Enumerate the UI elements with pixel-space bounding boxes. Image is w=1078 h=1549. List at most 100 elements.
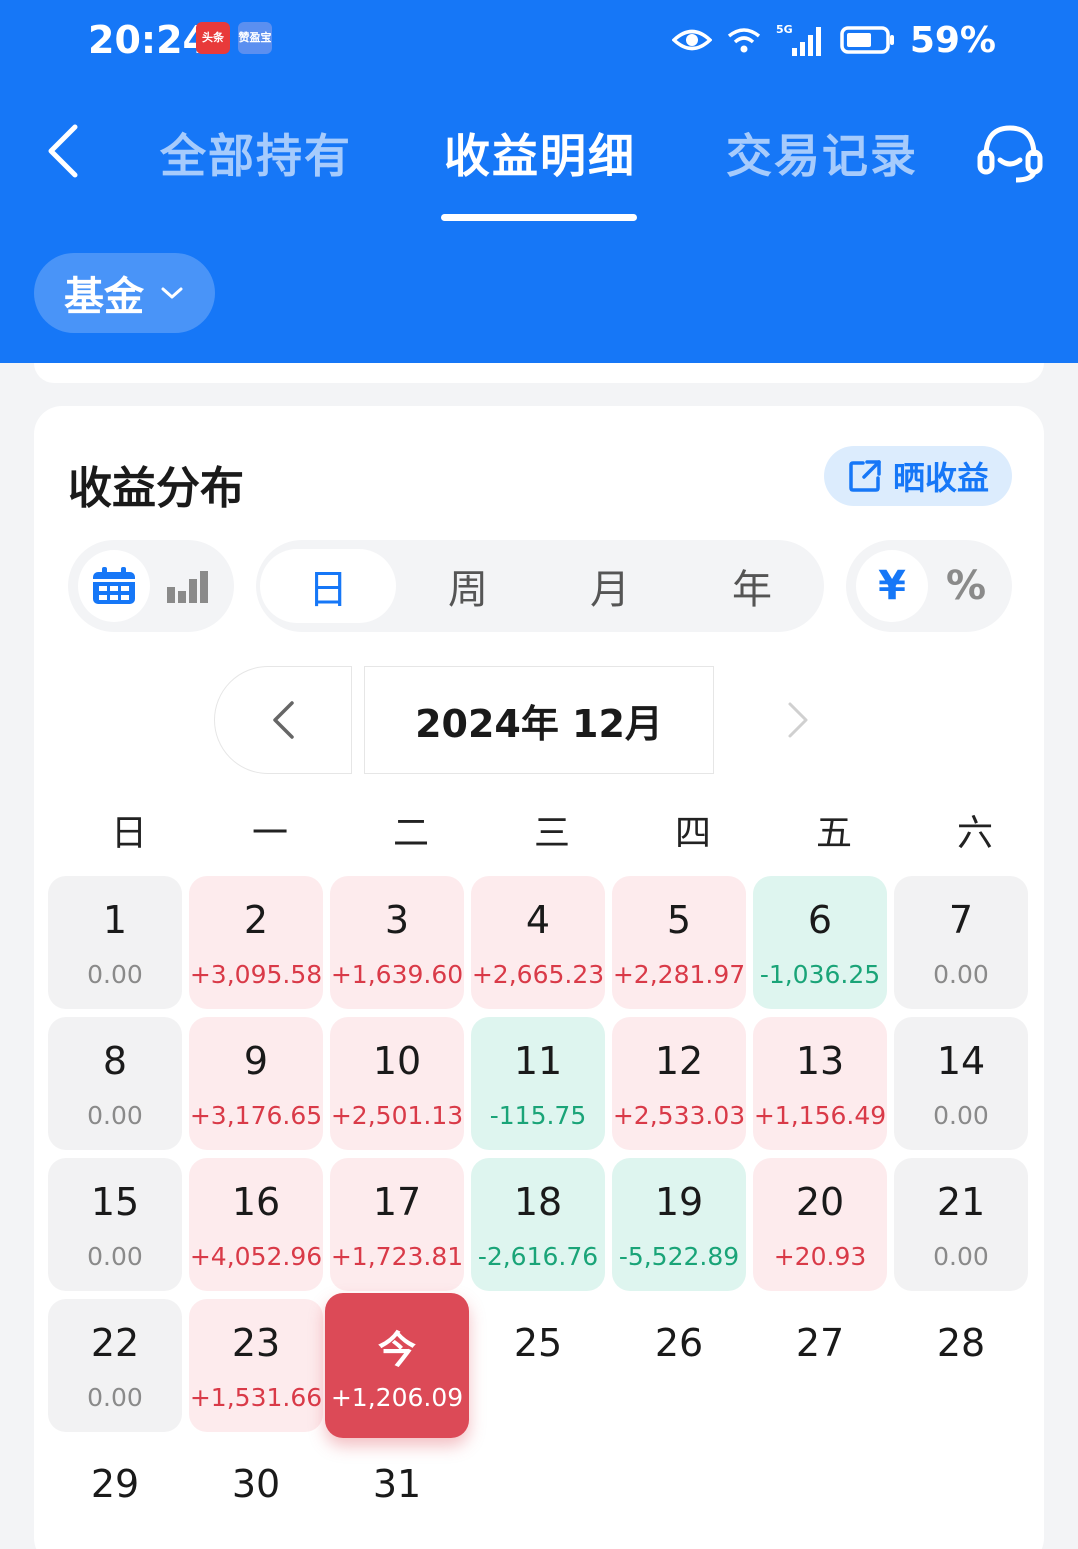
calendar-day-number: 26 xyxy=(654,1321,704,1365)
calendar-day-number: 20 xyxy=(795,1180,845,1224)
calendar-day[interactable]: 29 xyxy=(48,1440,182,1549)
share-profit-label: 晒收益 xyxy=(892,459,989,497)
fund-type-dropdown[interactable]: 基金 xyxy=(34,253,215,333)
calendar-day[interactable]: 18 -2,616.76 xyxy=(471,1158,605,1291)
weekday-label: 三 xyxy=(533,813,570,854)
active-tab-indicator xyxy=(441,214,637,221)
back-button[interactable] xyxy=(32,118,92,184)
period-year-button[interactable]: 年 xyxy=(684,549,820,623)
calendar-day[interactable]: 25 xyxy=(471,1299,605,1432)
calendar-day-profit: 0.00 xyxy=(933,1242,989,1271)
calendar-day[interactable]: 9 +3,176.65 xyxy=(189,1017,323,1150)
calendar-day-profit: +20.93 xyxy=(773,1242,867,1271)
calendar-day-profit: 0.00 xyxy=(87,1242,143,1271)
tab-profit-detail[interactable]: 收益明细 xyxy=(444,120,636,186)
calendar-day-profit: +2,665.23 xyxy=(471,960,605,989)
calendar-day[interactable]: 15 0.00 xyxy=(48,1158,182,1291)
period-day-button[interactable]: 日 xyxy=(260,549,396,623)
previous-month-button[interactable] xyxy=(214,666,352,774)
calendar-day[interactable]: 8 0.00 xyxy=(48,1017,182,1150)
month-picker[interactable]: 2024年 12月 xyxy=(364,666,714,774)
calendar-day[interactable]: 5 +2,281.97 xyxy=(612,876,746,1009)
calendar-day-number: 18 xyxy=(513,1180,563,1224)
calendar-day-number: 13 xyxy=(795,1039,845,1083)
calendar-day[interactable]: 27 xyxy=(753,1299,887,1432)
unit-percent-button[interactable]: % xyxy=(930,550,1002,622)
calendar-day[interactable]: 1 0.00 xyxy=(48,876,182,1009)
calendar-day[interactable]: 20 +20.93 xyxy=(753,1158,887,1291)
calendar-day[interactable]: 22 0.00 xyxy=(48,1299,182,1432)
calendar-day[interactable]: 16 +4,052.96 xyxy=(189,1158,323,1291)
bar-chart-view-button[interactable] xyxy=(152,550,224,622)
calendar-day-number: 19 xyxy=(654,1180,704,1224)
calendar-day[interactable]: 2 +3,095.58 xyxy=(189,876,323,1009)
weekday-label: 一 xyxy=(251,813,288,854)
calendar-day-number: 7 xyxy=(948,898,974,942)
calendar-day[interactable]: 14 0.00 xyxy=(894,1017,1028,1150)
weekday-label: 四 xyxy=(674,813,711,854)
signal-5g-icon: 5G xyxy=(776,22,826,58)
calendar-day[interactable]: 30 xyxy=(189,1440,323,1549)
period-selector: 日 周 月 年 xyxy=(256,540,824,632)
calendar-day-number: 8 xyxy=(102,1039,128,1083)
calendar-day[interactable]: 4 +2,665.23 xyxy=(471,876,605,1009)
eye-icon xyxy=(671,25,712,55)
next-month-button[interactable] xyxy=(774,696,822,744)
calendar-day[interactable]: 23 +1,531.66 xyxy=(189,1299,323,1432)
calendar-day[interactable]: 12 +2,533.03 xyxy=(612,1017,746,1150)
bar-chart-icon xyxy=(167,571,208,603)
calendar-day-profit: -115.75 xyxy=(489,1101,587,1130)
period-week-button[interactable]: 周 xyxy=(400,549,536,623)
calendar-day-number: 12 xyxy=(654,1039,704,1083)
calendar-day[interactable]: 26 xyxy=(612,1299,746,1432)
chevron-down-icon xyxy=(161,287,183,299)
calendar-day[interactable]: 28 xyxy=(894,1299,1028,1432)
calendar-day[interactable]: 11 -115.75 xyxy=(471,1017,605,1150)
calendar-day-number: 5 xyxy=(666,898,692,942)
calendar-day[interactable]: 17 +1,723.81 xyxy=(330,1158,464,1291)
calendar-day-number: 25 xyxy=(513,1321,563,1365)
back-arrow-icon xyxy=(48,124,78,178)
calendar-day-number: 28 xyxy=(936,1321,986,1365)
profit-distribution-card: 收益分布 晒收益 日 周 月 年 ¥ % 2024年 12月 日 一 二 三 四… xyxy=(34,406,1044,1549)
calendar-day-profit: 0.00 xyxy=(933,960,989,989)
period-month-button[interactable]: 月 xyxy=(542,549,678,623)
calendar-day[interactable]: 13 +1,156.49 xyxy=(753,1017,887,1150)
calendar-view-button[interactable] xyxy=(78,550,150,622)
calendar-day-profit: +1,156.49 xyxy=(753,1101,887,1130)
calendar-day-profit: +3,176.65 xyxy=(189,1101,323,1130)
calendar-day-number: 21 xyxy=(936,1180,986,1224)
calendar-day[interactable]: 19 -5,522.89 xyxy=(612,1158,746,1291)
calendar-day[interactable]: 6 -1,036.25 xyxy=(753,876,887,1009)
share-profit-button[interactable]: 晒收益 xyxy=(824,446,1012,506)
calendar-day-number: 15 xyxy=(90,1180,140,1224)
calendar-day-number: 27 xyxy=(795,1321,845,1365)
unit-yuan-button[interactable]: ¥ xyxy=(856,550,928,622)
calendar-day-profit: +2,533.03 xyxy=(612,1101,746,1130)
calendar-day[interactable]: 7 0.00 xyxy=(894,876,1028,1009)
battery-percent: 59% xyxy=(909,19,996,61)
customer-service-button[interactable] xyxy=(976,122,1044,184)
tab-all-holdings[interactable]: 全部持有 xyxy=(160,120,352,186)
chevron-left-icon xyxy=(273,701,294,739)
calendar-day-profit: +4,052.96 xyxy=(189,1242,323,1271)
tab-trade-records[interactable]: 交易记录 xyxy=(726,120,918,186)
calendar-day[interactable]: 31 xyxy=(330,1440,464,1549)
calendar-day[interactable]: 21 0.00 xyxy=(894,1158,1028,1291)
calendar-day-today[interactable]: 今 +1,206.09 xyxy=(325,1293,469,1438)
status-time: 20:24 xyxy=(88,18,209,62)
calendar-day[interactable]: 10 +2,501.13 xyxy=(330,1017,464,1150)
chevron-right-icon xyxy=(788,702,808,738)
calendar-day-number: 23 xyxy=(231,1321,281,1365)
calendar-day-profit: 0.00 xyxy=(87,1101,143,1130)
status-bar: 20:24 头条 赞盈宝 5G 59% xyxy=(0,0,1078,80)
view-mode-toggle xyxy=(68,540,234,632)
wifi-icon xyxy=(726,25,762,55)
calendar-grid: 1 0.00 2 +3,095.58 3 +1,639.60 4 +2,665.23 5 +2,2… xyxy=(48,876,1036,1516)
toutiao-app-badge: 头条 xyxy=(196,22,230,54)
weekday-label: 日 xyxy=(110,813,147,854)
calendar-day-profit: +3,095.58 xyxy=(189,960,323,989)
weekday-label: 六 xyxy=(956,813,993,854)
calendar-day[interactable]: 3 +1,639.60 xyxy=(330,876,464,1009)
calendar-day-profit: +1,206.09 xyxy=(330,1383,464,1412)
